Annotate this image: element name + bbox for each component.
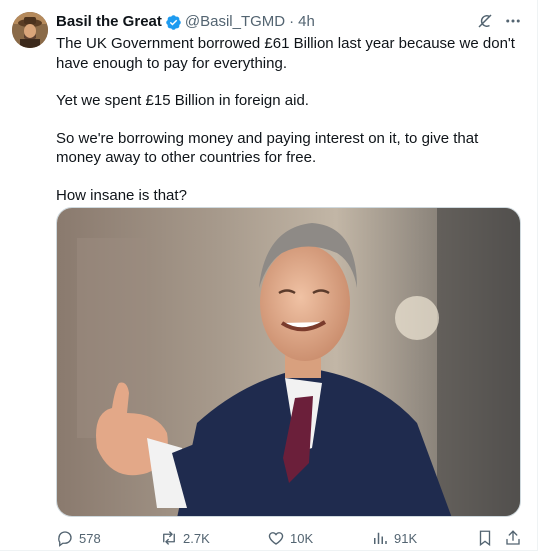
reply-count: 578 bbox=[79, 530, 101, 546]
reply-icon bbox=[58, 531, 72, 547]
tweet-content: Basil the Great @Basil_TGMD · 4h The UK … bbox=[56, 12, 522, 547]
tweet-image[interactable] bbox=[56, 207, 521, 517]
tweet-time[interactable]: 4h bbox=[298, 12, 315, 32]
author-handle[interactable]: @Basil_TGMD bbox=[185, 12, 285, 32]
grok-icon[interactable] bbox=[476, 12, 494, 30]
views-button[interactable]: 91K bbox=[371, 529, 417, 547]
tweet-text: The UK Government borrowed £61 Billion l… bbox=[56, 34, 522, 205]
tweet-actions: 578 2.7K 10K 91K bbox=[56, 528, 522, 548]
share-button[interactable] bbox=[504, 529, 522, 547]
retweet-icon bbox=[163, 531, 175, 545]
views-count: 91K bbox=[394, 530, 418, 546]
tweet-paragraph-2: Yet we spent £15 Billion in foreign aid. bbox=[56, 92, 309, 109]
views-icon bbox=[374, 532, 387, 544]
like-button[interactable]: 10K bbox=[267, 529, 313, 547]
reply-button[interactable]: 578 bbox=[56, 529, 101, 547]
author-name[interactable]: Basil the Great bbox=[56, 12, 162, 32]
header-actions bbox=[476, 12, 522, 30]
like-icon bbox=[268, 532, 284, 545]
verified-badge-icon bbox=[166, 14, 181, 30]
share-icon bbox=[506, 530, 520, 545]
like-count: 10K bbox=[290, 530, 314, 546]
retweet-button[interactable]: 2.7K bbox=[160, 529, 210, 547]
bookmark-icon bbox=[479, 530, 491, 547]
retweet-count: 2.7K bbox=[183, 530, 210, 546]
separator-dot: · bbox=[289, 13, 295, 30]
avatar[interactable] bbox=[12, 12, 48, 48]
tweet-paragraph-1: The UK Government borrowed £61 Billion l… bbox=[56, 35, 515, 72]
tweet-paragraph-3: So we're borrowing money and paying inte… bbox=[56, 129, 479, 167]
bookmark-button[interactable] bbox=[476, 529, 494, 547]
tweet[interactable]: Basil the Great @Basil_TGMD · 4h The UK … bbox=[0, 0, 538, 551]
tweet-header: Basil the Great @Basil_TGMD · 4h bbox=[56, 12, 522, 32]
tweet-paragraph-4: How insane is that? bbox=[56, 186, 187, 204]
more-icon[interactable] bbox=[504, 12, 522, 30]
